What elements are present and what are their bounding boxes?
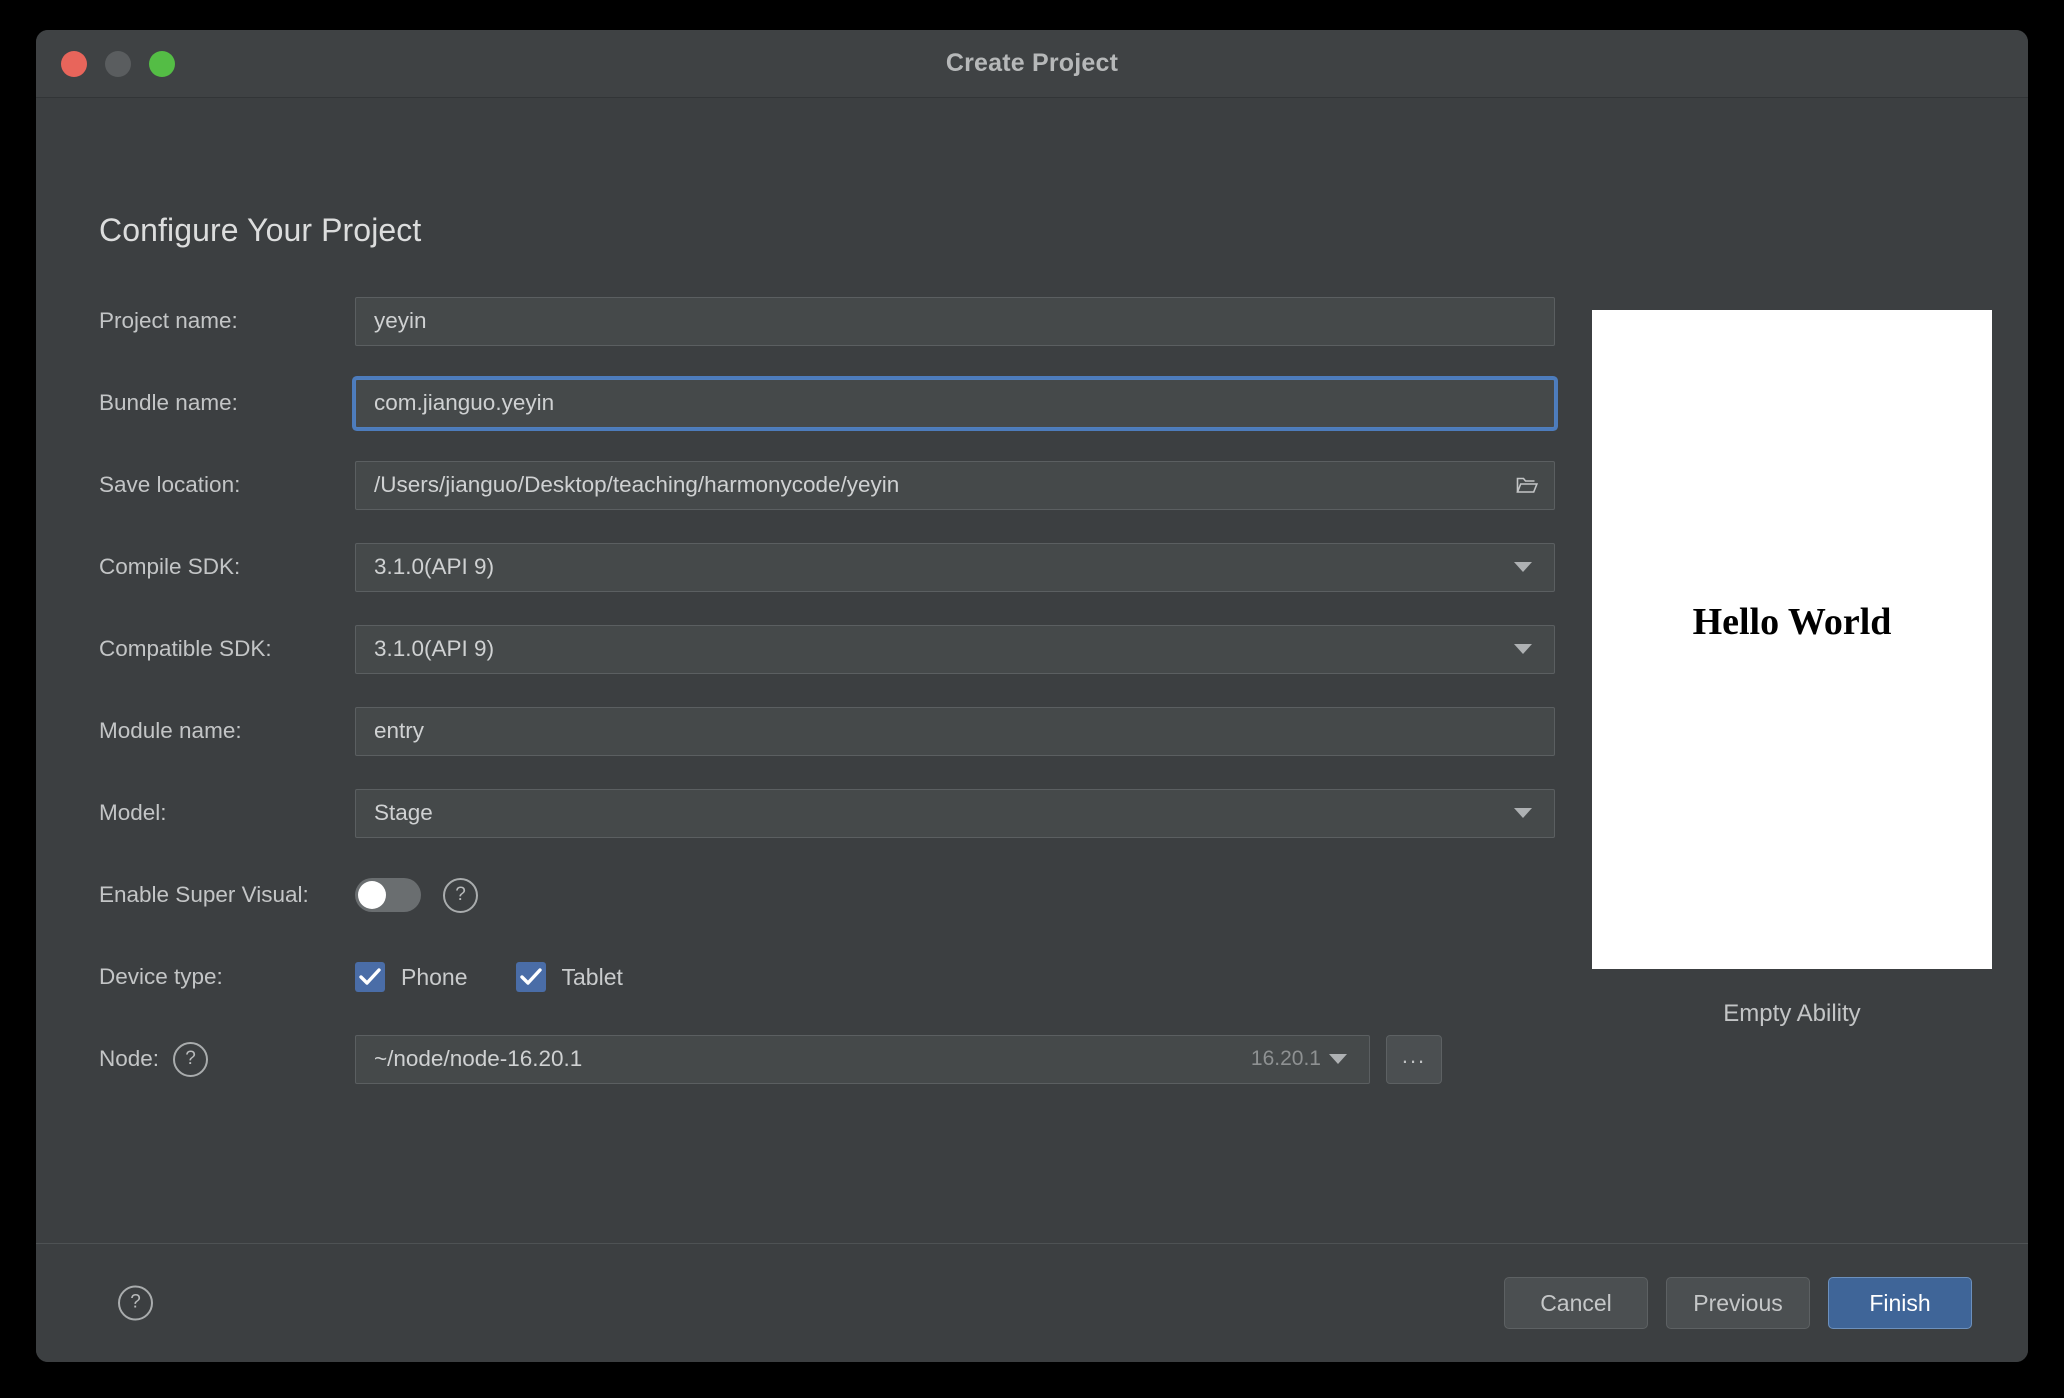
- label-module-name: Module name:: [99, 718, 242, 743]
- device-type-checkboxes: Phone Tablet: [355, 962, 623, 992]
- model-value: Stage: [374, 800, 433, 825]
- bundle-name-input[interactable]: com.jianguo.yeyin: [355, 378, 1555, 428]
- node-version-value: 16.20.1: [1250, 1047, 1321, 1070]
- bundle-name-value: com.jianguo.yeyin: [374, 390, 555, 415]
- help-icon[interactable]: ?: [118, 1285, 153, 1321]
- cancel-button[interactable]: Cancel: [1504, 1277, 1648, 1329]
- row-model: Model: Stage: [99, 782, 1555, 844]
- field-area-node: ~/node/node-16.20.1 16.20.1 ...: [355, 1034, 1555, 1084]
- chevron-down-icon[interactable]: [1514, 562, 1532, 572]
- field-area-save-location: /Users/jianguo/Desktop/teaching/harmonyc…: [355, 460, 1555, 510]
- label-save-location: Save location:: [99, 472, 241, 497]
- folder-icon[interactable]: [1516, 475, 1539, 495]
- field-area-compile-sdk: 3.1.0(API 9): [355, 542, 1555, 592]
- checkbox-tablet[interactable]: Tablet: [515, 962, 623, 992]
- template-preview: Hello World Empty Ability: [1592, 310, 1992, 1028]
- page-title: Configure Your Project: [99, 212, 422, 248]
- checkbox-phone-label: Phone: [401, 963, 468, 990]
- module-name-value: entry: [374, 718, 425, 743]
- node-browse-button[interactable]: ...: [1386, 1034, 1442, 1084]
- help-icon[interactable]: ?: [173, 1041, 209, 1077]
- create-project-window: Create Project Configure Your Project Pr…: [36, 30, 2028, 1362]
- row-save-location: Save location: /Users/jianguo/Desktop/te…: [99, 454, 1555, 516]
- compatible-sdk-select[interactable]: 3.1.0(API 9): [355, 624, 1555, 674]
- help-icon[interactable]: ?: [443, 877, 478, 913]
- checkbox-phone[interactable]: Phone: [355, 962, 468, 992]
- checkbox-checked-icon[interactable]: [515, 962, 546, 992]
- save-location-value: /Users/jianguo/Desktop/teaching/harmonyc…: [374, 472, 900, 497]
- chevron-down-icon[interactable]: [1329, 1054, 1347, 1064]
- field-area-model: Stage: [355, 788, 1555, 838]
- dialog-footer: ? Cancel Previous Finish: [36, 1243, 2028, 1362]
- field-area-device-type: Phone Tablet: [355, 962, 1555, 992]
- checkbox-checked-icon[interactable]: [355, 962, 385, 992]
- chevron-down-icon[interactable]: [1514, 644, 1532, 654]
- label-project-name: Project name:: [99, 308, 238, 333]
- model-select[interactable]: Stage: [355, 788, 1555, 838]
- row-module-name: Module name: entry: [99, 700, 1555, 762]
- super-visual-toggle[interactable]: [355, 878, 421, 912]
- chevron-down-icon[interactable]: [1514, 808, 1532, 818]
- label-device-type: Device type:: [99, 964, 223, 989]
- dialog-body: Configure Your Project Project name: yey…: [36, 98, 2028, 1243]
- node-path-input[interactable]: ~/node/node-16.20.1 16.20.1: [355, 1034, 1370, 1084]
- compatible-sdk-value: 3.1.0(API 9): [374, 636, 495, 661]
- label-compile-sdk: Compile SDK:: [99, 554, 241, 579]
- previous-button[interactable]: Previous: [1666, 1277, 1810, 1329]
- project-name-value: yeyin: [374, 308, 427, 333]
- preview-screen-text: Hello World: [1692, 600, 1892, 643]
- row-project-name: Project name: yeyin: [99, 290, 1555, 352]
- node-path-value: ~/node/node-16.20.1: [374, 1046, 583, 1071]
- finish-button[interactable]: Finish: [1828, 1277, 1972, 1329]
- label-node: Node: ?: [99, 1041, 355, 1077]
- field-area-project-name: yeyin: [355, 296, 1555, 346]
- row-bundle-name: Bundle name: com.jianguo.yeyin: [99, 372, 1555, 434]
- checkbox-tablet-label: Tablet: [561, 963, 623, 990]
- field-area-compatible-sdk: 3.1.0(API 9): [355, 624, 1555, 674]
- label-bundle-name: Bundle name:: [99, 390, 238, 415]
- compile-sdk-value: 3.1.0(API 9): [374, 554, 495, 579]
- preview-caption: Empty Ability: [1723, 1000, 1861, 1027]
- label-node-text: Node:: [99, 1046, 160, 1071]
- row-node: Node: ? ~/node/node-16.20.1 16.20.1 ...: [99, 1028, 1555, 1090]
- window-titlebar: Create Project: [36, 30, 2028, 98]
- row-compatible-sdk: Compatible SDK: 3.1.0(API 9): [99, 618, 1555, 680]
- field-area-module-name: entry: [355, 706, 1555, 756]
- project-name-input[interactable]: yeyin: [355, 296, 1555, 346]
- field-area-bundle-name: com.jianguo.yeyin: [355, 378, 1555, 428]
- field-area-super-visual: ?: [355, 877, 1555, 913]
- row-compile-sdk: Compile SDK: 3.1.0(API 9): [99, 536, 1555, 598]
- label-compatible-sdk: Compatible SDK:: [99, 636, 272, 661]
- compile-sdk-select[interactable]: 3.1.0(API 9): [355, 542, 1555, 592]
- project-config-form: Project name: yeyin Bundle name: com.jia…: [99, 290, 1555, 1110]
- row-device-type: Device type: Phone Tablet: [99, 946, 1555, 1008]
- module-name-input[interactable]: entry: [355, 706, 1555, 756]
- label-model: Model:: [99, 800, 167, 825]
- toggle-knob: [358, 881, 386, 909]
- save-location-input[interactable]: /Users/jianguo/Desktop/teaching/harmonyc…: [355, 460, 1555, 510]
- label-enable-super-visual: Enable Super Visual:: [99, 882, 309, 907]
- footer-buttons: Cancel Previous Finish: [1504, 1277, 1972, 1329]
- window-title: Create Project: [945, 49, 1119, 77]
- row-enable-super-visual: Enable Super Visual: ?: [99, 864, 1555, 926]
- preview-screen: Hello World: [1592, 310, 1992, 969]
